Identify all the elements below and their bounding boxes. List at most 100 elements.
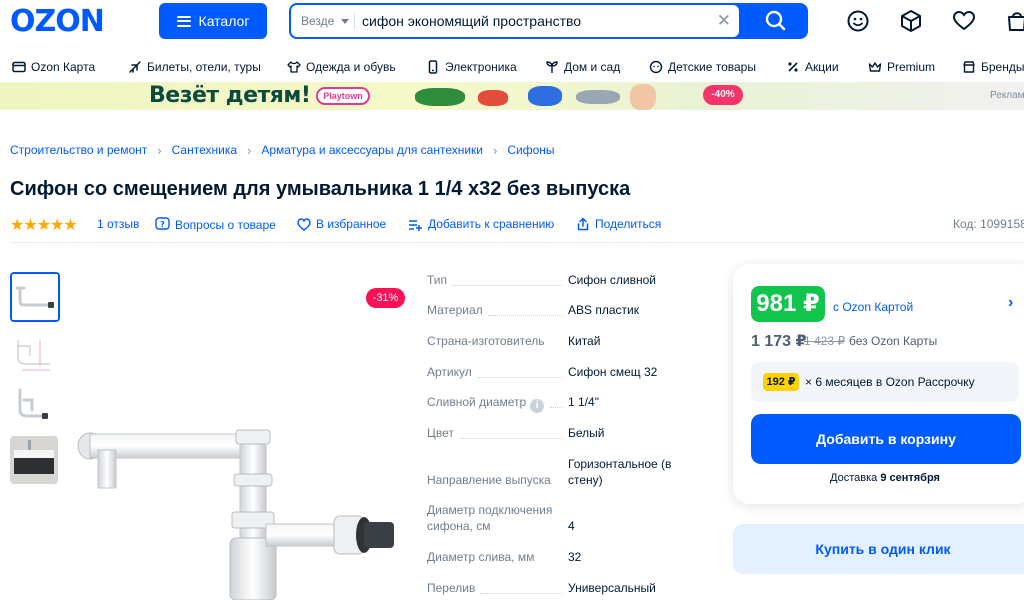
questions-label: Вопросы о товаре: [175, 217, 276, 232]
regular-price: 1 173 ₽: [751, 333, 807, 350]
gallery-thumbnail[interactable]: [10, 272, 60, 322]
delivery-info: Доставка 9 сентября: [733, 472, 1024, 484]
banner-discount-badge: -40%: [703, 85, 743, 105]
siphon-side-image: [10, 380, 58, 428]
svg-text:?: ?: [160, 220, 165, 229]
product-code: Код: 1099158: [953, 217, 1024, 231]
question-bubble-icon: ?: [155, 217, 170, 230]
spec-leader: [550, 407, 562, 408]
search-divider: [354, 12, 355, 30]
toy-blocks-image: [478, 90, 508, 106]
search-input[interactable]: Везде сифон экономящий пространство ✕: [291, 5, 739, 37]
nav-item-premium[interactable]: Premium: [868, 60, 935, 74]
sink-installed-image: [10, 436, 58, 484]
plant-icon: [546, 61, 558, 73]
spec-value: 32: [568, 550, 582, 564]
breadcrumb-item[interactable]: Сифоны: [507, 143, 554, 158]
share-button[interactable]: Поделиться: [576, 217, 661, 231]
nav-label: Электроника: [445, 60, 517, 74]
info-icon[interactable]: i: [530, 399, 545, 413]
search-query[interactable]: сифон экономящий пространство: [362, 13, 581, 29]
catalog-label: Каталог: [198, 13, 250, 29]
nav-item-electronics[interactable]: Электроника: [426, 60, 517, 74]
cart-icon[interactable]: [1004, 8, 1024, 34]
search-scope-select[interactable]: Везде: [301, 14, 334, 28]
no-card-label: без Ozon Карты: [849, 334, 938, 348]
compare-button[interactable]: Добавить к сравнению: [408, 217, 554, 231]
spec-label-text: Сливной диаметр: [427, 395, 527, 409]
nav-item-kids[interactable]: Детские товары: [649, 60, 756, 74]
add-to-cart-button[interactable]: Добавить в корзину: [751, 414, 1021, 464]
discount-badge: -31%: [366, 288, 405, 308]
spec-label: Артикул: [427, 365, 472, 379]
spec-value: Белый: [568, 426, 605, 440]
toy-dolphin-image: [576, 90, 620, 104]
toy-crab-image: [528, 86, 562, 106]
breadcrumb-item[interactable]: Строительство и ремонт: [10, 143, 147, 158]
compare-icon: [409, 219, 422, 231]
installment-amount-badge: 192 ₽: [763, 373, 799, 391]
price-card: 981 ₽ с Ozon Картой › 1 173 ₽ 1 423 ₽ бе…: [733, 264, 1024, 504]
profile-face-icon[interactable]: [845, 8, 871, 34]
chevron-right-icon: ›: [157, 143, 162, 158]
card-price-badge: 981 ₽: [751, 286, 825, 322]
banner-title: Везёт детям!: [149, 83, 311, 108]
chevron-right-icon: ›: [493, 143, 498, 158]
spec-leader: [452, 285, 562, 286]
spec-label: Направление выпуска: [427, 473, 551, 487]
orders-box-icon[interactable]: [898, 8, 924, 34]
chevron-right-icon[interactable]: ›: [1008, 294, 1013, 312]
nav-item-clothes[interactable]: Одежда и обувь: [287, 60, 396, 74]
chevron-right-icon: ›: [247, 143, 252, 158]
nav-label: Билеты, отели, туры: [147, 60, 261, 74]
installment-text: × 6 месяцев в Ozon Рассрочку: [805, 375, 975, 389]
nav-item-travel[interactable]: Билеты, отели, туры: [128, 60, 261, 74]
spec-label: Страна-изготовитель: [427, 334, 545, 348]
installment-offer[interactable]: 192 ₽ × 6 месяцев в Ozon Рассрочку: [751, 362, 1019, 402]
divider: [10, 242, 1024, 243]
breadcrumb-item[interactable]: Сантехника: [172, 143, 237, 158]
spec-label: Перелив: [427, 581, 476, 595]
siphon-thumbnail-image: [12, 274, 58, 320]
delivery-date: 9 сентября: [880, 472, 940, 484]
gallery-thumbnail[interactable]: [10, 436, 58, 484]
search-button[interactable]: [744, 3, 808, 39]
ozon-card-link[interactable]: с Ozon Картой: [833, 300, 913, 314]
reviews-label: 1 отзыв: [97, 217, 140, 231]
questions-link[interactable]: ? Вопросы о товаре: [155, 217, 276, 232]
nav-item-brands[interactable]: Бренды: [962, 60, 1024, 74]
nav-label: Дом и сад: [564, 60, 621, 74]
nav-label: Premium: [887, 60, 936, 74]
gallery-thumbnail[interactable]: [10, 380, 58, 428]
nav-item-ozon-card[interactable]: Ozon Карта: [12, 60, 95, 74]
card-icon: [12, 61, 26, 73]
chevron-down-icon: [341, 19, 349, 24]
clear-search-icon[interactable]: ✕: [717, 11, 731, 31]
percent-icon: [788, 62, 798, 72]
gallery-thumbnail[interactable]: [10, 330, 58, 378]
kids-icon: [649, 60, 663, 74]
favorite-button[interactable]: В избранное: [297, 217, 386, 231]
spec-label: Диаметр слива, мм: [427, 550, 535, 564]
nav-item-home-garden[interactable]: Дом и сад: [545, 60, 620, 74]
promo-banner[interactable]: Везёт детям! Playtown -40% Реклам: [0, 82, 1024, 110]
nav-item-promotions[interactable]: Акции: [786, 60, 839, 74]
spec-leader: [478, 377, 562, 378]
doll-image: [630, 84, 656, 110]
delivery-prefix: Доставка: [830, 472, 878, 484]
heart-icon: [297, 217, 311, 231]
reviews-link[interactable]: 1 отзыв: [97, 217, 139, 231]
buy-one-click-button[interactable]: Купить в один клик: [733, 524, 1024, 574]
clothes-icon: [287, 61, 301, 73]
spec-label: Материал: [427, 303, 483, 317]
product-main-image[interactable]: [72, 420, 402, 600]
spec-value: Китай: [568, 334, 601, 348]
phone-icon: [428, 60, 438, 74]
spec-label: Цвет: [427, 426, 454, 440]
favorites-heart-icon[interactable]: [951, 8, 977, 34]
ozon-logo[interactable]: OZON: [10, 4, 105, 39]
breadcrumb-item[interactable]: Арматура и аксессуары для сантехники: [261, 143, 483, 158]
rating-stars[interactable]: ★★★★★: [10, 215, 78, 235]
category-nav: Ozon Карта Билеты, отели, туры Одежда и …: [0, 56, 1024, 80]
catalog-button[interactable]: Каталог: [159, 3, 267, 39]
